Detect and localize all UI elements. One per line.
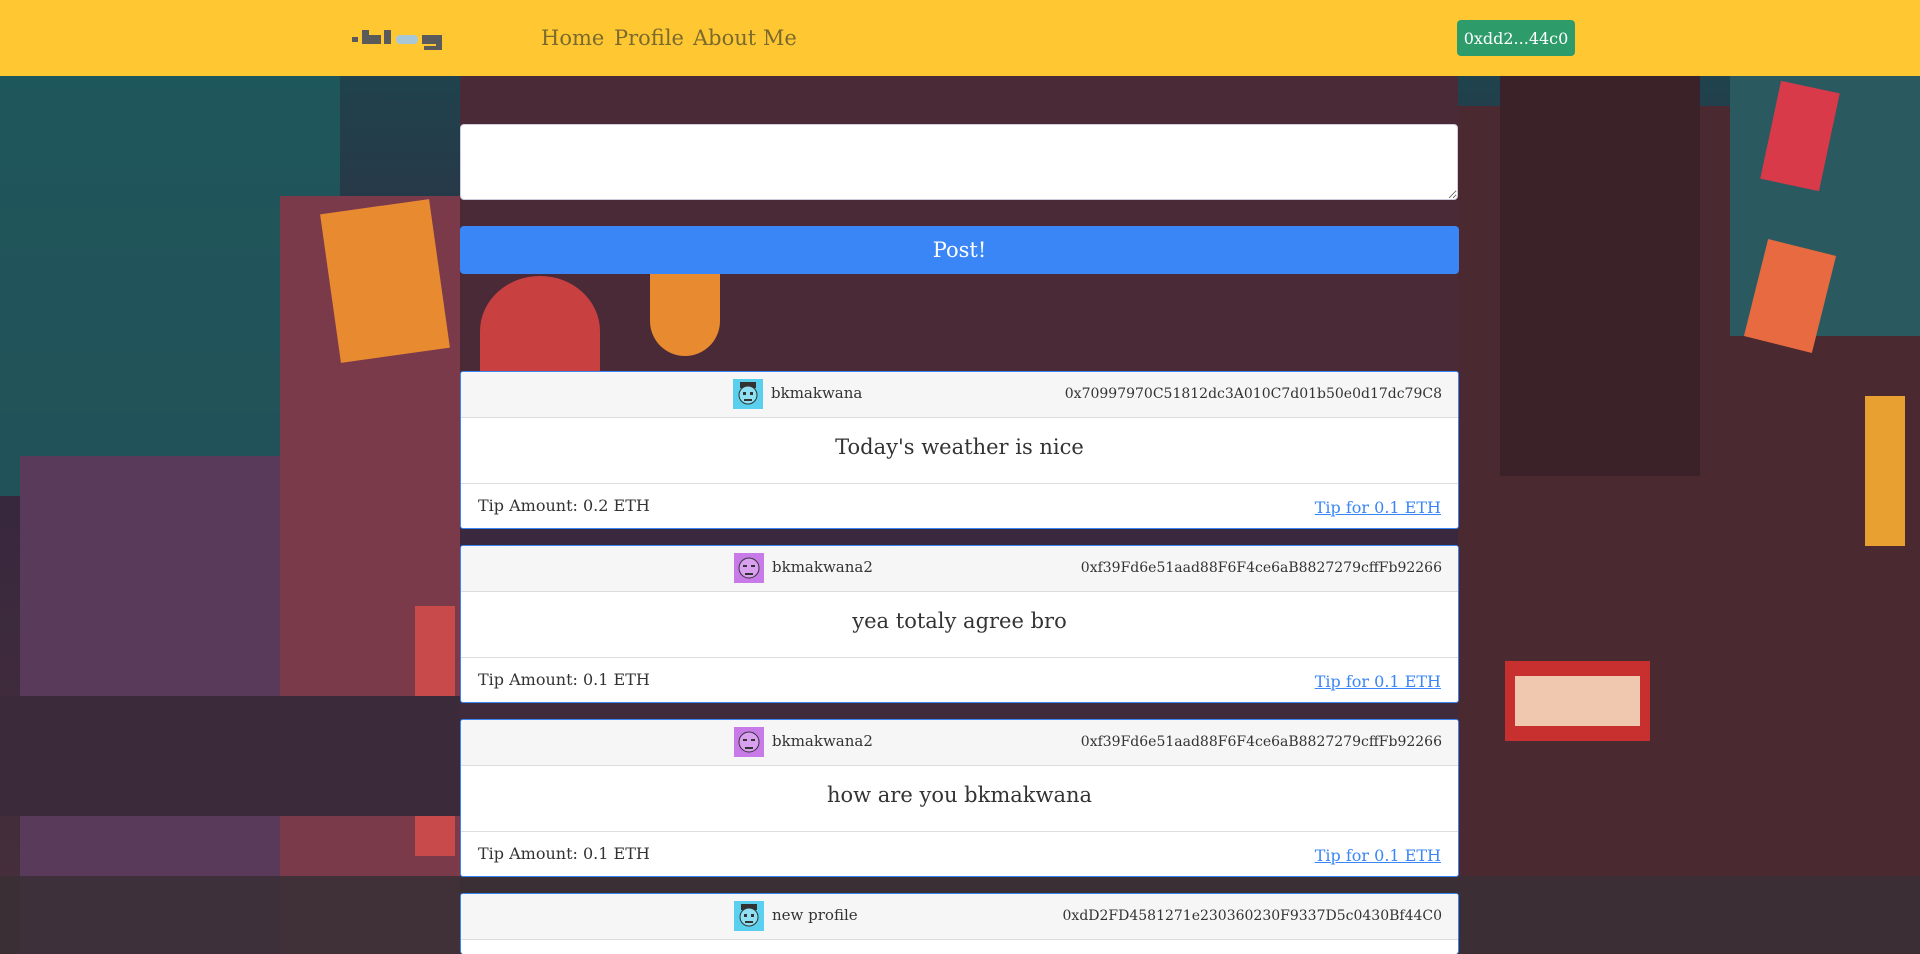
post-username: bkmakwana2 [772,558,873,576]
face-blue-avatar-icon [733,379,763,409]
tip-amount: Tip Amount: 0.2 ETH [478,496,650,515]
face-purple-avatar-icon [734,553,764,583]
post-author-address: 0xdD2FD4581271e230360230F9337D5c0430Bf44… [1062,908,1442,924]
face-purple-avatar-icon [734,727,764,757]
post-header: bkmakwana2 0xf39Fd6e51aad88F6F4ce6aB8827… [461,720,1458,766]
tip-link[interactable]: Tip for 0.1 ETH [1315,672,1441,691]
tip-link[interactable]: Tip for 0.1 ETH [1315,846,1441,865]
post-header: new profile 0xdD2FD4581271e230360230F933… [461,894,1458,940]
post-author-address: 0xf39Fd6e51aad88F6F4ce6aB8827279cffFb922… [1080,734,1442,750]
post-button[interactable]: Post! [460,226,1459,274]
post-content: yea totaly agree bro [461,592,1458,658]
blog-logo-icon [352,30,442,50]
tip-amount: Tip Amount: 0.1 ETH [478,670,650,689]
post-header: bkmakwana2 0xf39Fd6e51aad88F6F4ce6aB8827… [461,546,1458,592]
post-username: bkmakwana2 [772,732,873,750]
brand-logo[interactable] [352,26,468,50]
post-card: new profile 0xdD2FD4581271e230360230F933… [460,893,1459,954]
tip-link[interactable]: Tip for 0.1 ETH [1315,498,1441,517]
post-username: bkmakwana [771,384,863,402]
face-blue-avatar-icon [734,901,764,931]
post-content: Today's weather is nice [461,418,1458,484]
nav-home[interactable]: Home [541,26,604,50]
tip-amount: Tip Amount: 0.1 ETH [478,844,650,863]
post-author-address: 0xf39Fd6e51aad88F6F4ce6aB8827279cffFb922… [1080,560,1442,576]
post-username: new profile [772,906,858,924]
post-card: bkmakwana 0x70997970C51812dc3A010C7d01b5… [460,371,1459,529]
post-author-address: 0x70997970C51812dc3A010C7d01b50e0d17dc79… [1064,386,1442,402]
nav-about-me[interactable]: About Me [693,26,797,50]
post-input[interactable] [460,124,1458,200]
post-header: bkmakwana 0x70997970C51812dc3A010C7d01b5… [461,372,1458,418]
post-content: how are you bkmakwana [461,766,1458,832]
nav-profile[interactable]: Profile [614,26,684,50]
post-card: bkmakwana2 0xf39Fd6e51aad88F6F4ce6aB8827… [460,545,1459,703]
post-card: bkmakwana2 0xf39Fd6e51aad88F6F4ce6aB8827… [460,719,1459,877]
top-navbar: Home Profile About Me 0xdd2...44c0 [0,0,1920,76]
wallet-address-button[interactable]: 0xdd2...44c0 [1457,20,1575,56]
